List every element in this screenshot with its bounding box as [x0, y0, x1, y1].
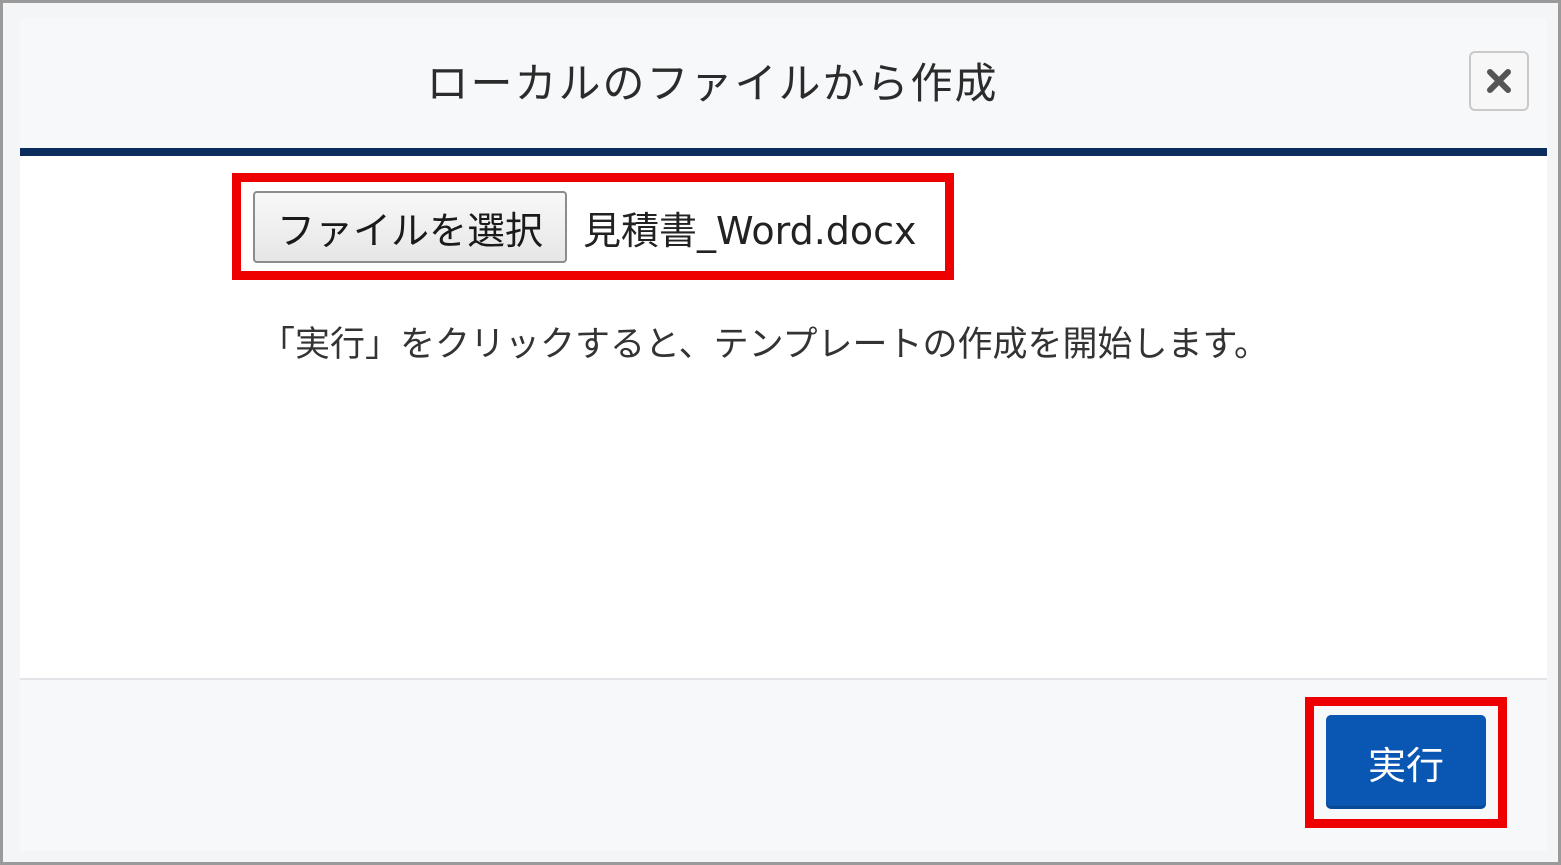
- instruction-text: 「実行」をクリックすると、テンプレートの作成を開始します。: [260, 325, 1270, 365]
- header-divider: [20, 148, 1547, 156]
- choose-file-button[interactable]: ファイルを選択: [253, 191, 568, 263]
- create-from-local-file-dialog: ローカルのファイルから作成 ファイルを選択 見積書_Word.docx 「実行」…: [20, 18, 1547, 851]
- run-button[interactable]: 実行: [1326, 715, 1486, 809]
- screenshot-frame: ローカルのファイルから作成 ファイルを選択 見積書_Word.docx 「実行」…: [0, 0, 1561, 865]
- close-icon: [1487, 69, 1511, 93]
- selected-file-name: 見積書_Word.docx: [583, 208, 917, 253]
- file-input[interactable]: ファイルを選択 見積書_Word.docx: [253, 191, 917, 263]
- dialog-title: ローカルのファイルから作成: [426, 59, 999, 108]
- close-button[interactable]: [1469, 51, 1529, 111]
- dialog-header: ローカルのファイルから作成: [20, 18, 1547, 148]
